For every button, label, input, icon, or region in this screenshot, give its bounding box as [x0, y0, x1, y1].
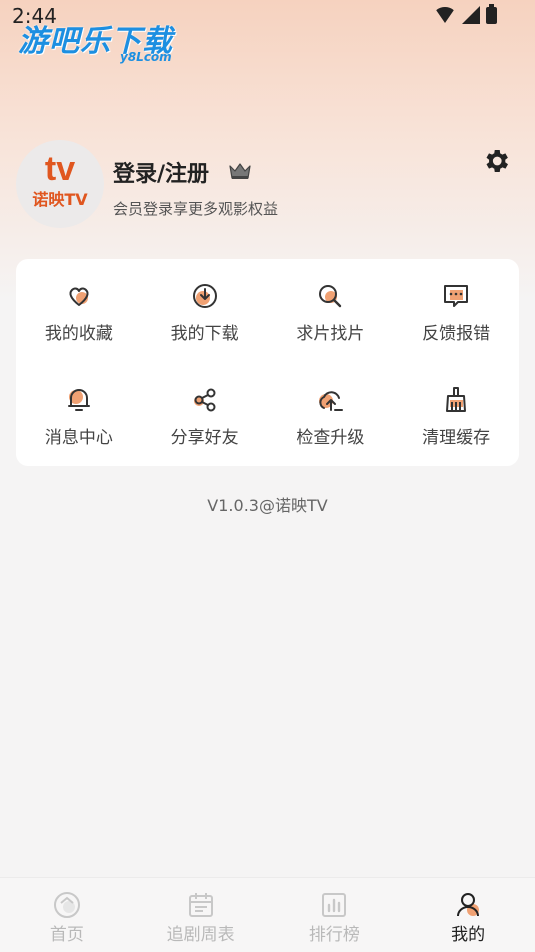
tab-label: 排行榜	[308, 925, 360, 945]
download-icon	[192, 284, 217, 308]
app-version: V1.0.3@诺映TV	[207, 496, 328, 515]
share-icon	[193, 388, 216, 412]
tab-ranking[interactable]: 排行榜	[268, 878, 402, 952]
search-film-icon	[319, 285, 342, 308]
tab-weekly-schedule[interactable]: 追剧周表	[134, 878, 268, 952]
tab-mine[interactable]: 我的	[401, 878, 535, 952]
menu-item-label: 我的下载	[170, 324, 239, 344]
signal-icon	[462, 6, 480, 24]
menu-item-downloads[interactable]: 我的下载	[142, 259, 268, 363]
menu-item-feedback[interactable]: 反馈报错	[393, 259, 519, 363]
menu-item-check-update[interactable]: 检查升级	[268, 363, 394, 467]
menu-item-clear-cache[interactable]: 清理缓存	[393, 363, 519, 467]
broom-icon	[446, 387, 467, 412]
menu-item-share[interactable]: 分享好友	[142, 363, 268, 467]
home-icon	[53, 892, 80, 918]
cloud-upload-icon	[319, 391, 344, 411]
feedback-icon	[444, 285, 469, 307]
menu-item-request-film[interactable]: 求片找片	[268, 259, 394, 363]
menu-item-label: 反馈报错	[422, 324, 491, 344]
chart-icon	[322, 893, 347, 917]
heart-icon	[69, 287, 89, 306]
bottom-tab-bar: 首页 追剧周表 排行榜 我的	[0, 877, 535, 952]
bell-icon	[67, 389, 90, 411]
app-logo: tv	[44, 150, 76, 188]
menu-item-label: 清理缓存	[422, 428, 491, 448]
app-name: 诺映TV	[32, 190, 88, 209]
status-icons	[434, 3, 497, 24]
menu-item-label: 求片找片	[296, 324, 365, 344]
member-subtitle: 会员登录享更多观影权益	[113, 200, 279, 218]
login-register-link[interactable]: 登录/注册	[113, 156, 209, 188]
calendar-icon	[188, 893, 213, 917]
tab-label: 追剧周表	[166, 925, 235, 945]
feature-card: 我的收藏 我的下载 求片找片 反馈报错 消息中心 分享好友 检查升级 清理缓存	[16, 259, 519, 466]
menu-item-favorites[interactable]: 我的收藏	[16, 259, 142, 363]
tab-home[interactable]: 首页	[0, 878, 134, 952]
feature-grid: 我的收藏 我的下载 求片找片 反馈报错 消息中心 分享好友 检查升级 清理缓存	[16, 259, 519, 467]
menu-item-label: 我的收藏	[44, 324, 113, 344]
crown-icon	[229, 163, 251, 179]
menu-item-label: 检查升级	[296, 428, 365, 448]
settings-gear-icon[interactable]	[481, 146, 511, 176]
tab-label: 我的	[451, 925, 486, 945]
menu-item-messages[interactable]: 消息中心	[16, 363, 142, 467]
menu-item-label: 分享好友	[170, 428, 239, 448]
battery-icon	[486, 3, 497, 24]
watermark-sub: y8Lcom	[120, 50, 172, 64]
profile-icon	[457, 893, 480, 917]
menu-item-label: 消息中心	[44, 428, 113, 448]
avatar[interactable]: tv 诺映TV	[16, 140, 104, 228]
tab-label: 首页	[49, 925, 84, 945]
wifi-icon	[434, 7, 456, 23]
profile-header: tv 诺映TV 登录/注册 会员登录享更多观影权益	[16, 140, 521, 235]
